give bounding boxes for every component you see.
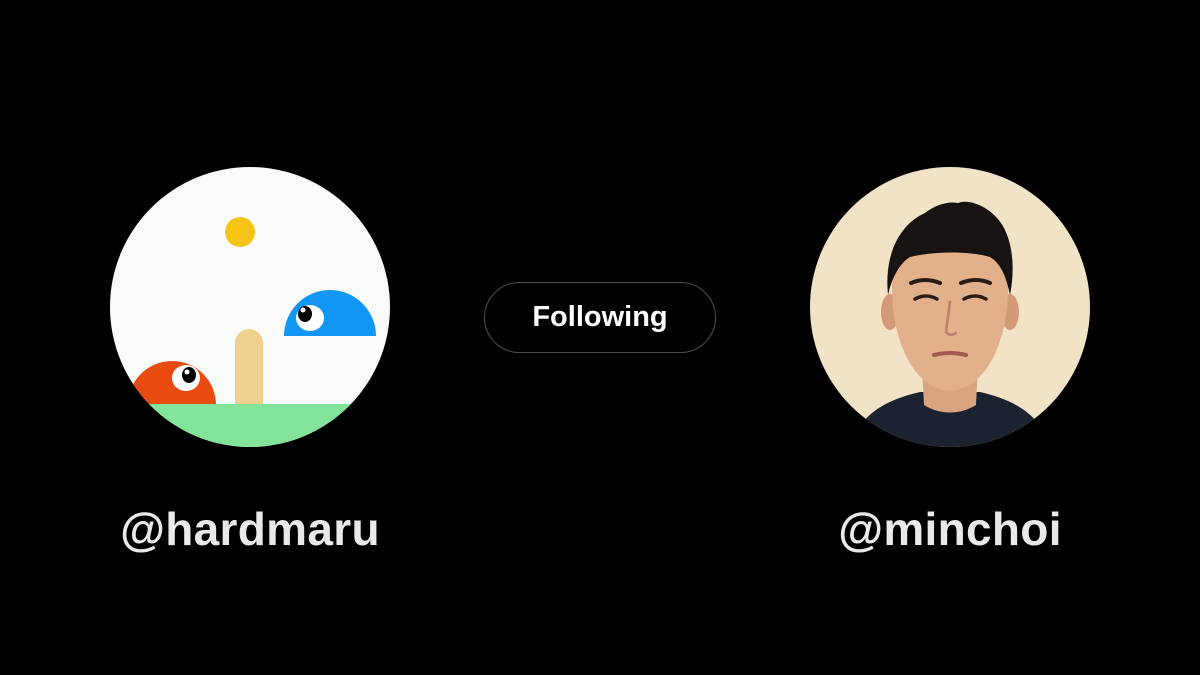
profile-photo-avatar-icon <box>810 167 1090 447</box>
avatar-minchoi[interactable] <box>810 167 1090 447</box>
cartoon-landscape-avatar-icon <box>110 167 390 447</box>
username-hardmaru[interactable]: @hardmaru <box>50 500 450 558</box>
username-minchoi[interactable]: @minchoi <box>750 500 1150 558</box>
avatar-hardmaru[interactable] <box>110 167 390 447</box>
follow-card: Following @hardmaru @minchoi <box>0 0 1200 675</box>
following-button-label: Following <box>532 301 668 333</box>
following-button[interactable]: Following <box>484 282 716 353</box>
